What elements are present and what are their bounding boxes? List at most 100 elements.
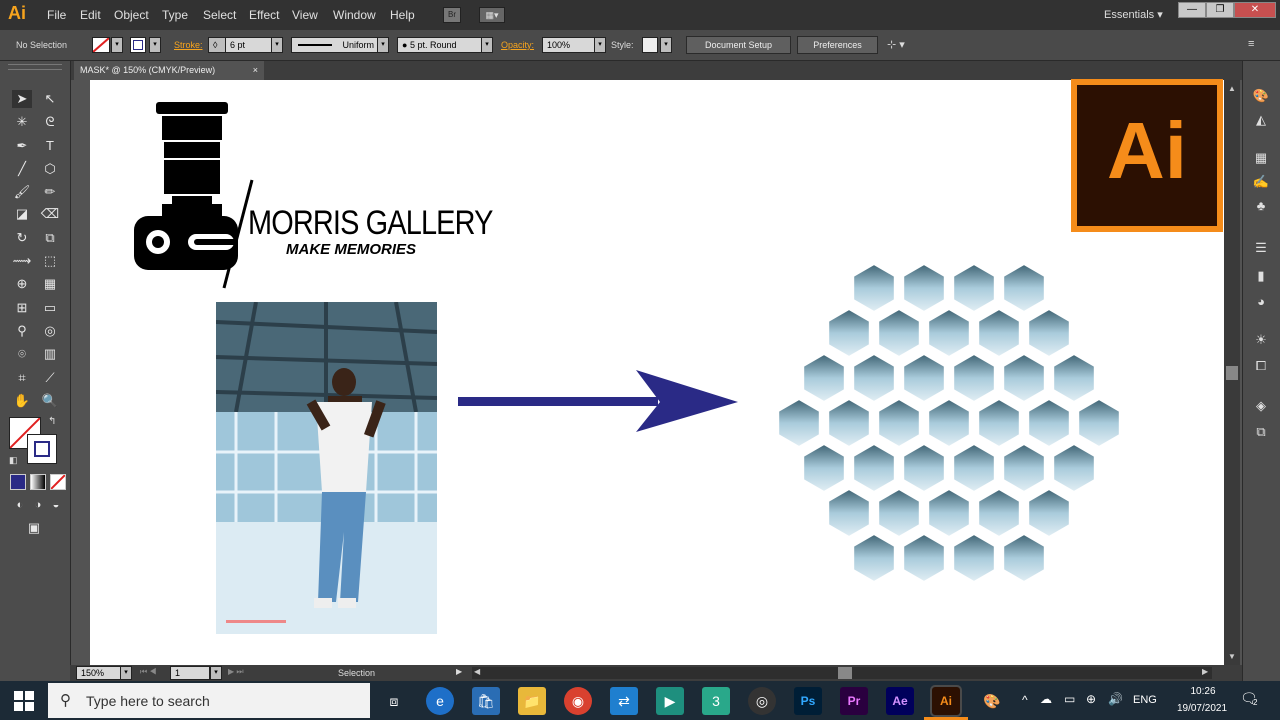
zoom-tool-icon[interactable]: 🔍 — [40, 392, 60, 410]
opacity-input[interactable]: 100% — [542, 37, 596, 53]
free-transform-tool-icon[interactable]: ⬚ — [40, 252, 60, 270]
color-panel-icon[interactable]: ◭ — [1251, 111, 1271, 129]
fill-swatch[interactable] — [92, 37, 110, 53]
preferences-button[interactable]: Preferences — [797, 36, 878, 54]
stroke-panel-icon[interactable]: ☰ — [1251, 239, 1271, 257]
paint-app-icon[interactable]: 🎨 — [978, 687, 1006, 715]
slice-tool-icon[interactable]: ⟋ — [40, 369, 60, 387]
column-graph-tool-icon[interactable]: ▥ — [40, 345, 60, 363]
scroll-right-icon[interactable]: ▶ — [1202, 667, 1208, 676]
stroke-swatch-dropdown[interactable]: ▾ — [149, 37, 161, 53]
symbol-sprayer-tool-icon[interactable]: ⌾ — [12, 345, 32, 363]
style-dropdown[interactable]: ▾ — [660, 37, 672, 53]
blob-brush-tool-icon[interactable]: ◪ — [12, 205, 32, 223]
menu-window[interactable]: Window — [333, 8, 376, 22]
graphic-style-swatch[interactable] — [642, 37, 658, 53]
stroke-weight-input[interactable]: 6 pt — [225, 37, 277, 53]
swatches-panel-icon[interactable]: ▦ — [1251, 149, 1271, 167]
eyedropper-tool-icon[interactable]: ⚲ — [12, 322, 32, 340]
chrome-icon[interactable]: ◉ — [564, 687, 592, 715]
paintbrush-tool-icon[interactable]: 🖌 — [12, 183, 32, 201]
menu-effect[interactable]: Effect — [249, 8, 279, 22]
menu-file[interactable]: File — [47, 8, 66, 22]
clock-date[interactable]: 19/07/2021 — [1166, 703, 1238, 714]
store-icon[interactable]: 🛍 — [472, 687, 500, 715]
opacity-dropdown[interactable]: ▾ — [594, 37, 606, 53]
layers-panel-icon[interactable]: ◈ — [1251, 397, 1271, 415]
document-setup-button[interactable]: Document Setup — [686, 36, 791, 54]
fill-dropdown[interactable]: ▾ — [111, 37, 123, 53]
stroke-swatch[interactable] — [130, 37, 146, 53]
eraser-tool-icon[interactable]: ⌫ — [40, 205, 60, 223]
gradient-panel-icon[interactable]: ▮ — [1251, 267, 1271, 285]
photoshop-icon[interactable]: Ps — [794, 687, 822, 715]
scale-tool-icon[interactable]: ⧉ — [40, 229, 60, 247]
align-options-icon[interactable]: ⊹ ▾ — [887, 38, 905, 51]
stroke-weight-dropdown[interactable]: ▾ — [271, 37, 283, 53]
weather-cloud-icon[interactable]: ☁ — [1040, 692, 1052, 706]
stroke-label[interactable]: Stroke: — [174, 40, 203, 50]
h-scroll-thumb[interactable] — [838, 667, 852, 679]
transparency-panel-icon[interactable]: ◕ — [1251, 293, 1271, 311]
hand-tool-icon[interactable]: ✋ — [12, 392, 32, 410]
polygon-tool-icon[interactable]: ⬡ — [40, 160, 60, 178]
width-tool-icon[interactable]: ⟿ — [12, 252, 32, 270]
network-globe-icon[interactable]: ⊕ — [1086, 692, 1096, 706]
clock-time[interactable]: 10:26 — [1178, 686, 1228, 697]
artboards-panel-icon[interactable]: ⧉ — [1251, 423, 1271, 441]
first-artboard-icon[interactable]: ⏮ ◀ — [140, 667, 157, 677]
scroll-up-icon[interactable]: ▲ — [1228, 84, 1236, 93]
direct-selection-tool-icon[interactable]: ↖ — [40, 90, 60, 108]
illustrator-taskbar-icon[interactable]: Ai — [930, 685, 962, 717]
menu-object[interactable]: Object — [114, 8, 149, 22]
premiere-icon[interactable]: Pr — [840, 687, 868, 715]
panel-grip[interactable] — [8, 64, 62, 70]
windows-start-icon[interactable] — [14, 691, 34, 711]
mesh-tool-icon[interactable]: ⊞ — [12, 299, 32, 317]
stroke-stepper[interactable]: ◊ — [208, 37, 226, 53]
zoom-dropdown[interactable]: ▾ — [120, 666, 132, 680]
hexagon-photo-mask[interactable] — [774, 262, 1128, 584]
brush-dropdown[interactable]: ▾ — [481, 37, 493, 53]
rotate-tool-icon[interactable]: ↻ — [12, 229, 32, 247]
source-photo[interactable] — [216, 302, 437, 634]
opacity-label[interactable]: Opacity: — [501, 40, 534, 50]
lasso-tool-icon[interactable]: ᘓ — [40, 113, 60, 131]
scroll-thumb[interactable] — [1226, 366, 1238, 380]
task-view-icon[interactable]: ⧈ — [380, 687, 408, 715]
gradient-tool-icon[interactable]: ▭ — [40, 299, 60, 317]
perspective-grid-tool-icon[interactable]: ▦ — [40, 275, 60, 293]
gradient-mode-icon[interactable] — [30, 474, 46, 490]
screen-mode-icon[interactable]: ▣ — [24, 519, 44, 537]
menu-select[interactable]: Select — [203, 8, 236, 22]
share-app-icon[interactable]: ⇄ — [610, 687, 638, 715]
appearance-panel-icon[interactable]: ☀ — [1251, 331, 1271, 349]
default-colors-icon[interactable]: ◧ — [9, 455, 18, 466]
shape-builder-tool-icon[interactable]: ⊕ — [12, 275, 32, 293]
stroke-color-box[interactable] — [27, 434, 57, 464]
menu-view[interactable]: View — [292, 8, 318, 22]
language-indicator[interactable]: ENG — [1133, 694, 1157, 706]
menu-help[interactable]: Help — [390, 8, 415, 22]
status-menu-icon[interactable]: ▶ — [456, 667, 462, 676]
file-explorer-icon[interactable]: 📁 — [518, 687, 546, 715]
graphic-styles-panel-icon[interactable]: ⧠ — [1251, 357, 1271, 375]
document-tab[interactable]: MASK* @ 150% (CMYK/Preview) × — [74, 61, 264, 80]
next-artboard-icon[interactable]: ▶ ⏭ — [228, 667, 244, 677]
workspace-switcher[interactable]: Essentials ▾ — [1104, 8, 1163, 21]
pen-tool-icon[interactable]: ✒ — [12, 137, 32, 155]
notification-center-icon[interactable]: 🗨 2 — [1240, 690, 1264, 710]
draw-behind-icon[interactable]: ◑ — [28, 496, 48, 514]
music-player-icon[interactable]: ◎ — [748, 687, 776, 715]
magic-wand-tool-icon[interactable]: ✳ — [12, 113, 32, 131]
artboard-number-input[interactable]: 1 — [170, 666, 210, 680]
artboard-dropdown[interactable]: ▾ — [210, 666, 222, 680]
after-effects-icon[interactable]: Ae — [886, 687, 914, 715]
artboard-tool-icon[interactable]: ⌗ — [12, 369, 32, 387]
panel-menu-icon[interactable]: ≡ — [1248, 38, 1254, 50]
swap-fill-stroke-icon[interactable]: ↰ — [48, 416, 56, 427]
volume-icon[interactable]: 🔊 — [1108, 692, 1123, 706]
symbols-panel-icon[interactable]: ♣ — [1251, 197, 1271, 215]
restore-button[interactable]: ❐ — [1206, 2, 1234, 18]
pencil-tool-icon[interactable]: ✏ — [40, 183, 60, 201]
